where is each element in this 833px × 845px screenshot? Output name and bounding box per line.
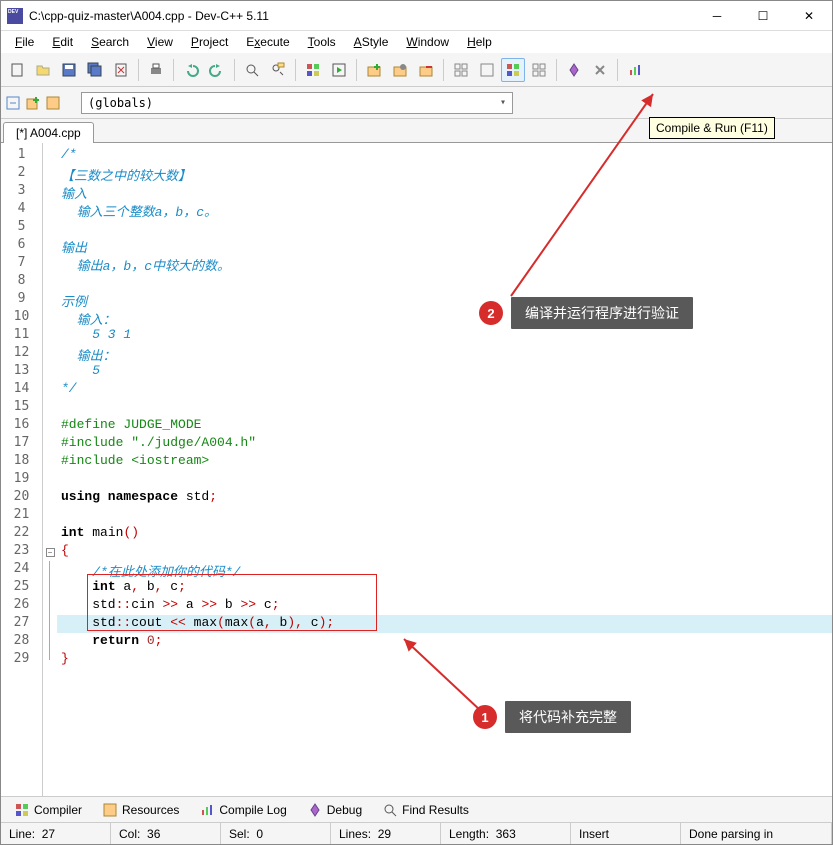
tab-compiler[interactable]: Compiler — [5, 799, 91, 821]
code-line[interactable]: using namespace std; — [57, 489, 832, 507]
code-line[interactable]: /*在此处添加你的代码*/ — [57, 561, 832, 579]
code-line[interactable]: { — [57, 543, 832, 561]
stop-button[interactable] — [588, 58, 612, 82]
menu-file[interactable]: File — [7, 33, 42, 51]
code-line[interactable]: /* — [57, 147, 832, 165]
code-line[interactable]: */ — [57, 381, 832, 399]
code-line[interactable]: std::cin >> a >> b >> c; — [57, 597, 832, 615]
save-button[interactable] — [57, 58, 81, 82]
fold-gutter: − — [43, 143, 57, 796]
globals-value: (globals) — [88, 96, 153, 110]
project-options-button[interactable] — [388, 58, 412, 82]
compile-button[interactable] — [301, 58, 325, 82]
menu-astyle[interactable]: AStyle — [346, 33, 397, 51]
menu-tools[interactable]: Tools — [300, 33, 344, 51]
code-line[interactable]: #define JUDGE_MODE — [57, 417, 832, 435]
dropdown-icon: ▾ — [500, 97, 506, 108]
statusbar: Line: 27 Col: 36 Sel: 0 Lines: 29 Length… — [1, 822, 832, 844]
find-button[interactable] — [240, 58, 264, 82]
replace-button[interactable] — [266, 58, 290, 82]
code-line[interactable]: int a, b, c; — [57, 579, 832, 597]
globals-combo[interactable]: (globals) ▾ — [81, 92, 513, 114]
redo-button[interactable] — [205, 58, 229, 82]
browse-class-button[interactable] — [45, 95, 61, 111]
bottom-panel-tabs: Compiler Resources Compile Log Debug Fin… — [1, 796, 832, 822]
undo-button[interactable] — [179, 58, 203, 82]
goto-declaration-button[interactable] — [5, 95, 21, 111]
remove-from-project-button[interactable] — [414, 58, 438, 82]
profile-button[interactable] — [623, 58, 647, 82]
menu-view[interactable]: View — [139, 33, 181, 51]
close-button[interactable]: ✕ — [786, 1, 832, 31]
menu-execute[interactable]: Execute — [238, 33, 297, 51]
minimize-button[interactable]: ─ — [694, 1, 740, 31]
line-gutter: 1234567891011121314151617181920212223242… — [1, 143, 43, 796]
menu-help[interactable]: Help — [459, 33, 500, 51]
tab-debug[interactable]: Debug — [298, 799, 371, 821]
code-line[interactable]: 输出a，b，c中较大的数。 — [57, 255, 832, 273]
run-button[interactable] — [327, 58, 351, 82]
code-line[interactable]: } — [57, 651, 832, 669]
tab-compile-log[interactable]: Compile Log — [190, 799, 295, 821]
tooltip-compile-run: Compile & Run (F11) — [649, 117, 775, 139]
tab-resources[interactable]: Resources — [93, 799, 188, 821]
code-line[interactable]: 输入： — [57, 309, 832, 327]
save-all-button[interactable] — [83, 58, 107, 82]
menu-window[interactable]: Window — [398, 33, 457, 51]
code-line[interactable]: std::cout << max(max(a, b), c); — [57, 615, 832, 633]
debug-button[interactable] — [562, 58, 586, 82]
code-area[interactable]: /*【三数之中的较大数】输入 输入三个整数a，b，c。输出 输出a，b，c中较大… — [57, 143, 832, 796]
code-line[interactable]: 输入 — [57, 183, 832, 201]
tb-run-icon[interactable] — [475, 58, 499, 82]
code-line[interactable]: 输入三个整数a，b，c。 — [57, 201, 832, 219]
code-line[interactable]: 【三数之中的较大数】 — [57, 165, 832, 183]
window-title: C:\cpp-quiz-master\A004.cpp - Dev-C++ 5.… — [29, 9, 694, 23]
code-editor[interactable]: 1234567891011121314151617181920212223242… — [1, 143, 832, 796]
add-class-button[interactable] — [25, 95, 41, 111]
main-toolbar — [1, 53, 832, 87]
close-file-button[interactable] — [109, 58, 133, 82]
tb-compile-icon[interactable] — [449, 58, 473, 82]
print-button[interactable] — [144, 58, 168, 82]
tab-find-results[interactable]: Find Results — [373, 799, 478, 821]
maximize-button[interactable]: ☐ — [740, 1, 786, 31]
code-line[interactable]: 示例 — [57, 291, 832, 309]
compile-run-button[interactable] — [501, 58, 525, 82]
code-line[interactable] — [57, 399, 832, 417]
code-line[interactable]: 输出： — [57, 345, 832, 363]
new-file-button[interactable] — [5, 58, 29, 82]
code-line[interactable]: #include "./judge/A004.h" — [57, 435, 832, 453]
titlebar: C:\cpp-quiz-master\A004.cpp - Dev-C++ 5.… — [1, 1, 832, 31]
code-line[interactable] — [57, 471, 832, 489]
file-tab-active[interactable]: [*] A004.cpp — [3, 122, 94, 143]
code-line[interactable]: 5 3 1 — [57, 327, 832, 345]
code-line[interactable]: #include <iostream> — [57, 453, 832, 471]
app-icon — [7, 8, 23, 24]
code-line[interactable]: 输出 — [57, 237, 832, 255]
code-line[interactable]: int main() — [57, 525, 832, 543]
menu-edit[interactable]: Edit — [44, 33, 81, 51]
code-line[interactable] — [57, 273, 832, 291]
code-line[interactable]: 5 — [57, 363, 832, 381]
code-line[interactable] — [57, 219, 832, 237]
menu-project[interactable]: Project — [183, 33, 236, 51]
code-line[interactable] — [57, 507, 832, 525]
rebuild-all-button[interactable] — [527, 58, 551, 82]
class-toolbar: (globals) ▾ — [1, 87, 832, 119]
menubar: File Edit Search View Project Execute To… — [1, 31, 832, 53]
open-file-button[interactable] — [31, 58, 55, 82]
new-project-button[interactable] — [362, 58, 386, 82]
code-line[interactable]: return 0; — [57, 633, 832, 651]
menu-search[interactable]: Search — [83, 33, 137, 51]
